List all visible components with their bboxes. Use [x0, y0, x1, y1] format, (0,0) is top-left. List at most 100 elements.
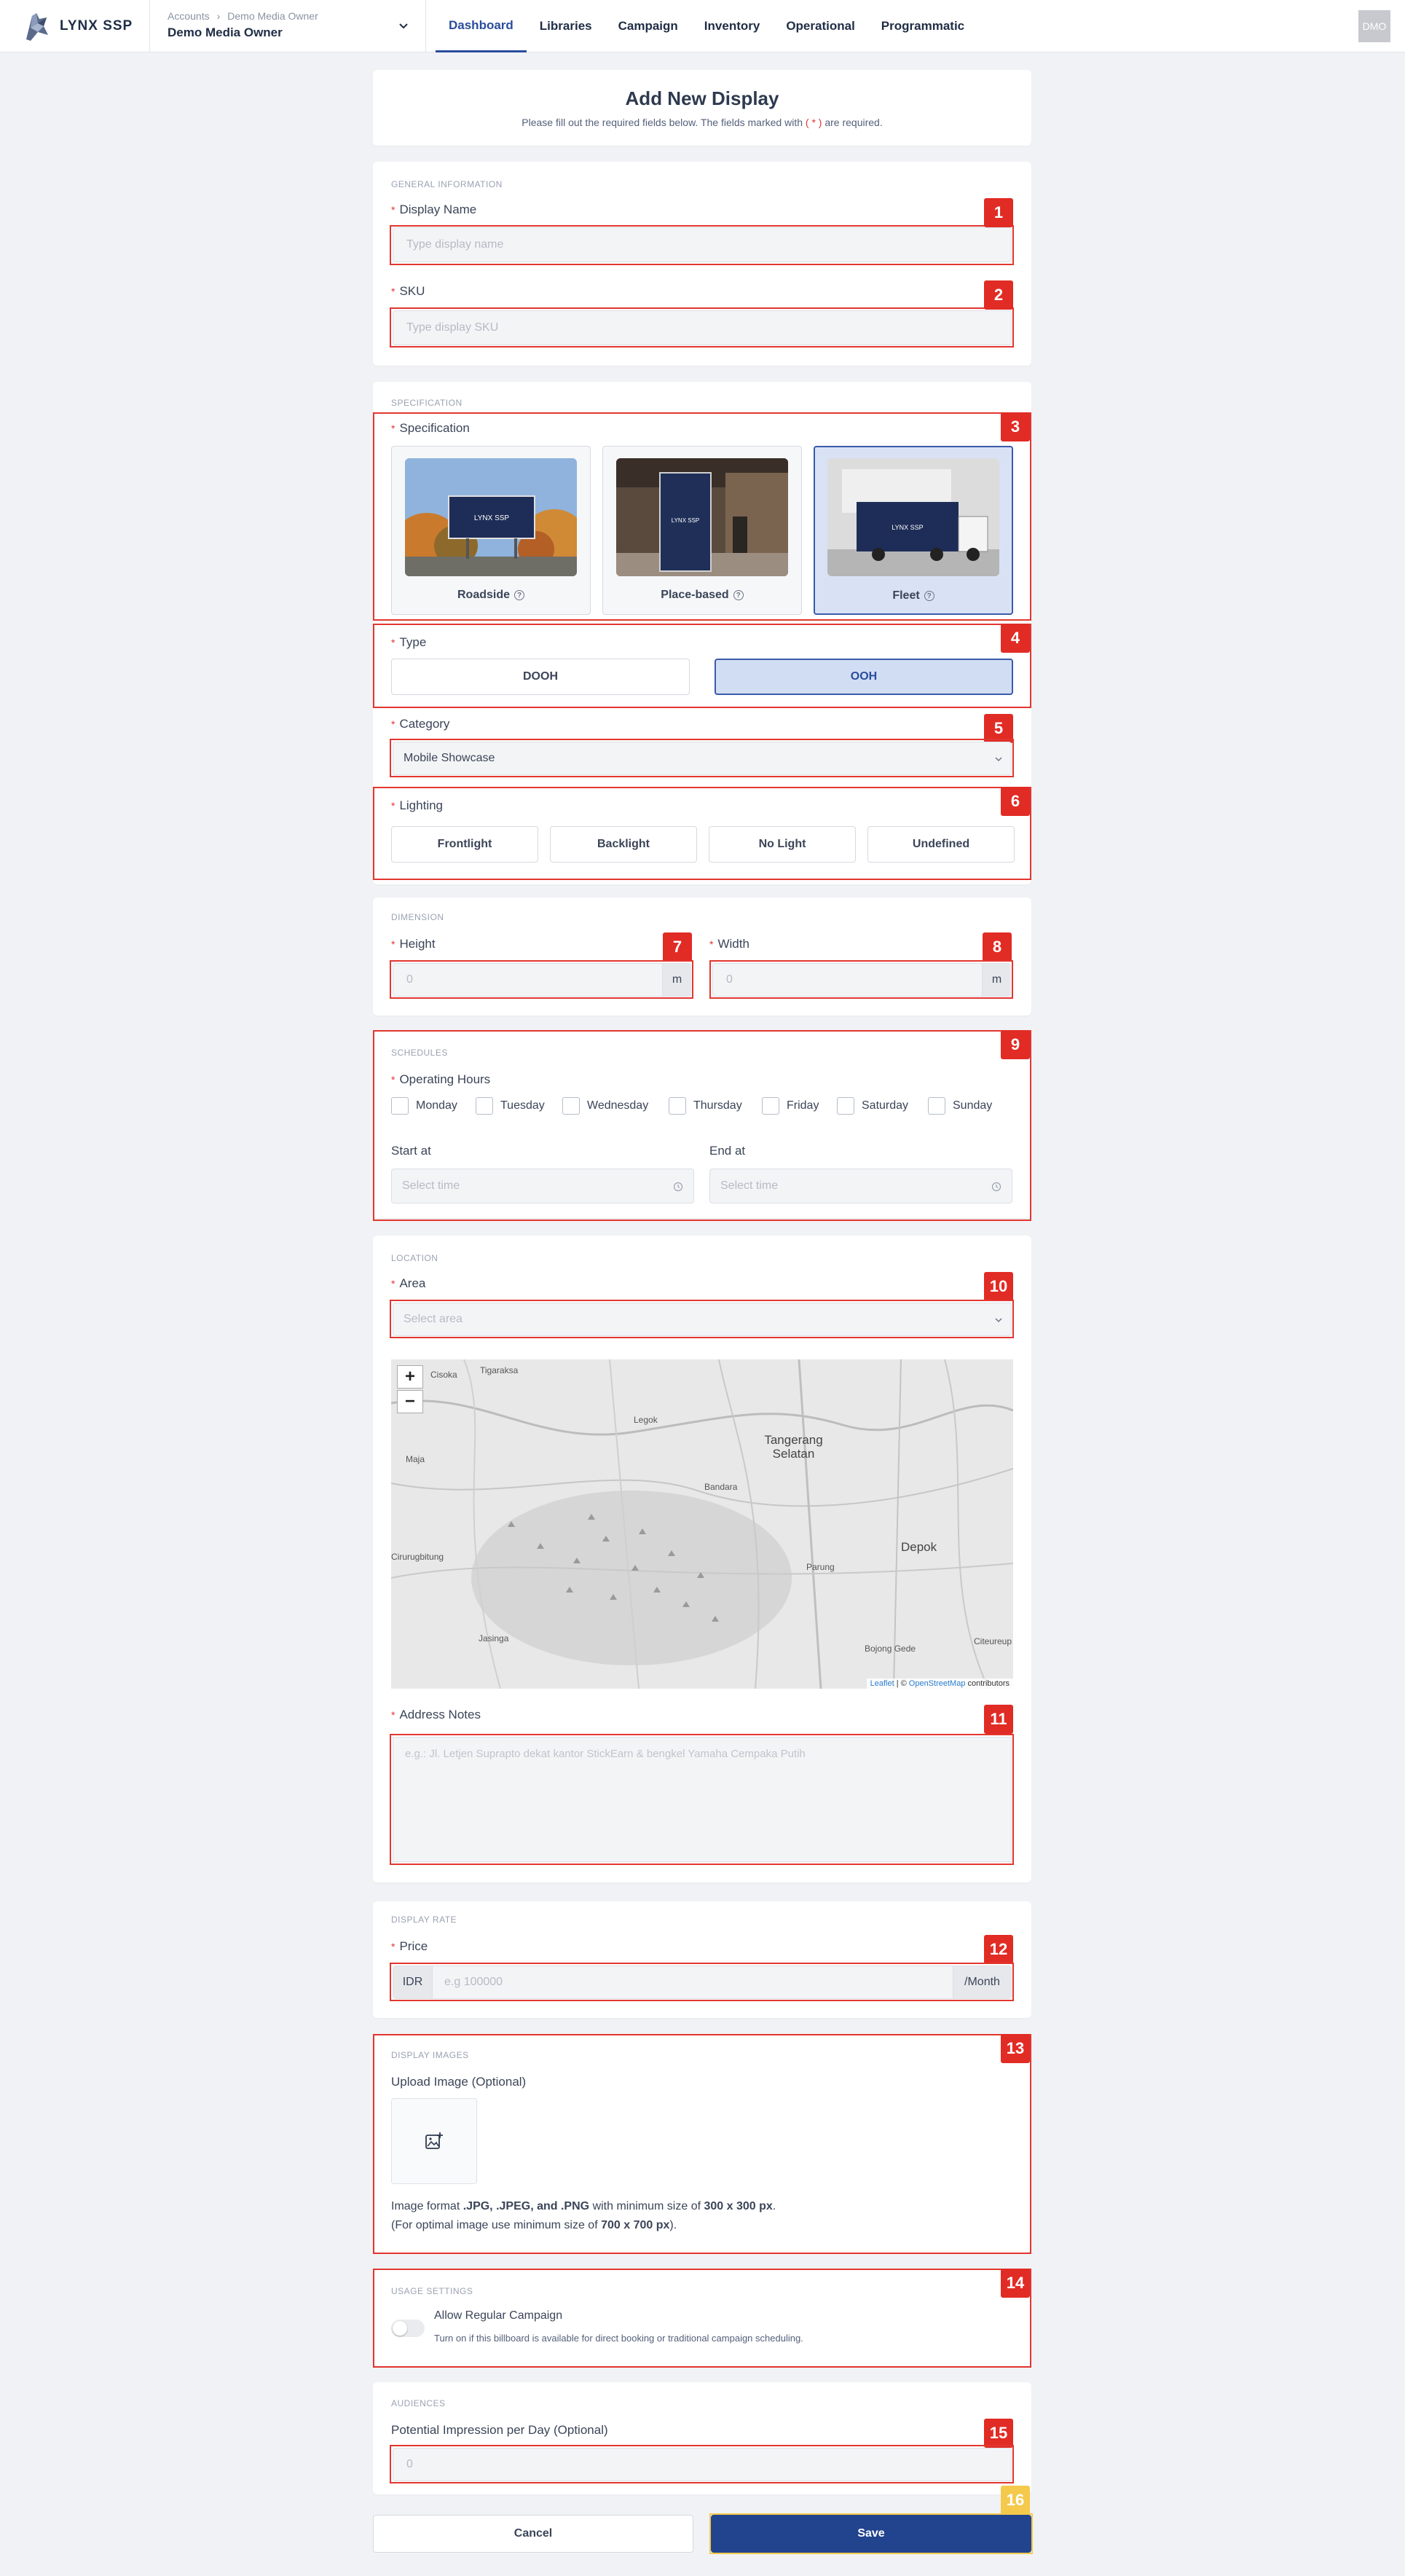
required-marker: ( * ) — [805, 117, 822, 128]
section-label-usage: USAGE SETTINGS — [391, 2286, 473, 2296]
map-label: Bandara — [704, 1482, 738, 1492]
map-label: Parung — [806, 1562, 835, 1572]
day-tuesday[interactable]: Tuesday — [476, 1097, 545, 1115]
height-label: * Height — [391, 937, 436, 951]
map-label: Cirurugbitung — [391, 1552, 444, 1562]
area-select[interactable]: Select area — [393, 1303, 1012, 1336]
annotation-badge: 16 — [1001, 2486, 1030, 2515]
place-based-image: LYNX SSP — [616, 458, 788, 576]
height-unit: m — [662, 964, 691, 996]
cancel-button[interactable]: Cancel — [373, 2515, 693, 2553]
category-label: * Category — [391, 717, 450, 731]
checkbox[interactable] — [391, 1097, 409, 1115]
upload-image-dropzone[interactable] — [391, 2098, 477, 2184]
day-friday[interactable]: Friday — [762, 1097, 819, 1115]
location-map[interactable]: + − Cisoka Tigaraksa Legok Tangerang Sel… — [391, 1359, 1013, 1689]
spec-option-fleet[interactable]: LYNX SSP Fleet? — [814, 446, 1013, 615]
tab-programmatic[interactable]: Programmatic — [868, 0, 977, 52]
height-input[interactable]: 0 — [393, 963, 691, 997]
tab-libraries[interactable]: Libraries — [527, 0, 605, 52]
checkbox[interactable] — [476, 1097, 493, 1115]
period-addon: /Month — [953, 1966, 1011, 1998]
day-thursday[interactable]: Thursday — [669, 1097, 742, 1115]
annotation-badge: 15 — [984, 2419, 1013, 2448]
day-saturday[interactable]: Saturday — [837, 1097, 908, 1115]
osm-link[interactable]: OpenStreetMap — [909, 1679, 966, 1688]
width-input[interactable]: 0 — [712, 963, 1011, 997]
save-button[interactable]: Save — [711, 2515, 1031, 2553]
lighting-no-light[interactable]: No Light — [709, 826, 856, 863]
nav-divider — [425, 0, 426, 52]
lighting-frontlight[interactable]: Frontlight — [391, 826, 538, 863]
account-switcher[interactable]: Accounts › Demo Media Owner Demo Media O… — [168, 10, 415, 42]
zoom-out-button[interactable]: − — [397, 1390, 423, 1413]
map-label: Depok — [901, 1540, 937, 1554]
dimension-card — [373, 898, 1031, 1016]
toggle-description: Turn on if this billboard is available f… — [434, 2333, 803, 2344]
impression-input[interactable]: 0 — [393, 2448, 1012, 2481]
zoom-in-button[interactable]: + — [397, 1365, 423, 1389]
svg-text:LYNX SSP: LYNX SSP — [892, 524, 923, 531]
avatar[interactable]: DMO — [1358, 10, 1390, 42]
help-icon[interactable]: ? — [514, 590, 524, 600]
image-format-note: Image format .JPG, .JPEG, and .PNG with … — [391, 2200, 776, 2212]
section-label-location: LOCATION — [391, 1253, 438, 1263]
chevron-down-icon[interactable] — [396, 19, 411, 34]
start-time-picker[interactable]: Select time — [391, 1169, 694, 1203]
checkbox[interactable] — [762, 1097, 779, 1115]
price-label: * Price — [391, 1939, 428, 1953]
address-notes-textarea[interactable]: e.g.: Jl. Letjen Suprapto dekat kantor S… — [393, 1737, 1012, 1862]
sku-input[interactable]: Type display SKU — [393, 310, 1012, 345]
page-title: Add New Display — [625, 87, 779, 109]
help-icon[interactable]: ? — [924, 591, 934, 601]
spec-option-place-based[interactable]: LYNX SSP Place-based? — [602, 446, 802, 615]
category-value: Mobile Showcase — [404, 752, 495, 764]
checkbox[interactable] — [928, 1097, 945, 1115]
day-monday[interactable]: Monday — [391, 1097, 457, 1115]
tab-operational[interactable]: Operational — [773, 0, 867, 52]
end-time-picker[interactable]: Select time — [709, 1169, 1012, 1203]
spec-option-label: Fleet? — [815, 589, 1012, 602]
annotation-badge: 1 — [984, 198, 1013, 227]
lighting-undefined[interactable]: Undefined — [867, 826, 1015, 863]
attribution-separator: | © — [896, 1679, 907, 1688]
map-attribution: Leaflet | © OpenStreetMap contributors — [866, 1678, 1013, 1689]
spec-option-roadside[interactable]: LYNX SSP Roadside? — [391, 446, 591, 615]
checkbox[interactable] — [562, 1097, 580, 1115]
svg-text:LYNX SSP: LYNX SSP — [474, 514, 509, 522]
category-select[interactable]: Mobile Showcase — [393, 742, 1012, 775]
map-label: Citeureup — [974, 1636, 1012, 1646]
help-icon[interactable]: ? — [733, 590, 744, 600]
annotation-badge: 14 — [1001, 2269, 1030, 2298]
leaflet-link[interactable]: Leaflet — [870, 1679, 894, 1688]
tab-campaign[interactable]: Campaign — [605, 0, 691, 52]
logo-text: LYNX SSP — [60, 18, 133, 34]
tab-dashboard[interactable]: Dashboard — [436, 0, 527, 52]
annotation-badge: 11 — [984, 1705, 1013, 1734]
section-label-display-rate: DISPLAY RATE — [391, 1915, 457, 1925]
type-option-ooh[interactable]: OOH — [715, 659, 1013, 695]
display-name-input[interactable]: Type display name — [393, 227, 1012, 262]
logo[interactable]: LYNX SSP — [22, 9, 144, 44]
fleet-image: LYNX SSP — [827, 458, 999, 576]
price-input[interactable]: IDR e.g 100000 /Month — [393, 1966, 1012, 1999]
checkbox[interactable] — [669, 1097, 686, 1115]
main-tabs: Dashboard Libraries Campaign Inventory O… — [436, 0, 977, 52]
lighting-backlight[interactable]: Backlight — [550, 826, 697, 863]
type-option-dooh[interactable]: DOOH — [391, 659, 690, 695]
display-rate-card — [373, 1901, 1031, 2018]
day-wednesday[interactable]: Wednesday — [562, 1097, 648, 1115]
breadcrumb-current: Demo Media Owner — [227, 10, 318, 22]
annotation-badge: 7 — [663, 932, 692, 962]
tab-inventory[interactable]: Inventory — [691, 0, 774, 52]
allow-regular-campaign-toggle[interactable] — [391, 2320, 425, 2337]
address-notes-label: * Address Notes — [391, 1708, 481, 1721]
annotation-badge: 3 — [1001, 412, 1030, 441]
chevron-down-icon — [995, 757, 1002, 762]
area-placeholder: Select area — [404, 1313, 463, 1325]
map-label: Legok — [634, 1415, 658, 1425]
day-sunday[interactable]: Sunday — [928, 1097, 992, 1115]
checkbox[interactable] — [837, 1097, 854, 1115]
breadcrumb-accounts[interactable]: Accounts — [168, 10, 210, 22]
annotation-badge: 6 — [1001, 787, 1030, 816]
